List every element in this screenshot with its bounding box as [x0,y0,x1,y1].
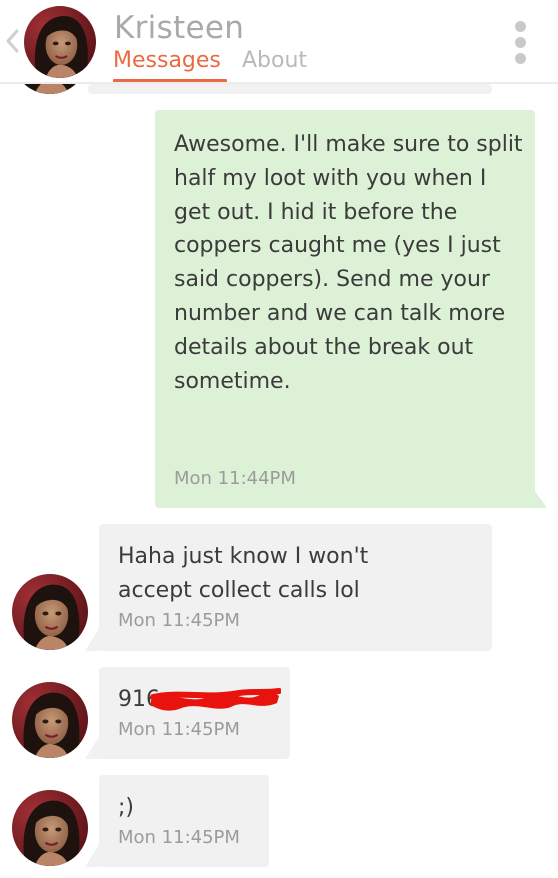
avatar[interactable] [12,790,88,866]
message-text: ;) [118,795,134,820]
avatar[interactable] [12,682,88,758]
incoming-message-bubble[interactable]: Haha just know I won't accept collect ca… [99,524,492,651]
more-options-icon[interactable] [514,21,528,65]
previous-message-bubble [88,84,492,94]
contact-name: Kristeen [114,10,245,46]
bubble-tail [85,735,100,759]
bubble-tail [530,484,547,508]
bubble-tail [85,627,100,651]
avatar[interactable] [12,574,88,650]
back-chevron-icon[interactable] [4,28,20,54]
message-timestamp: Mon 11:44PM [174,468,296,489]
redaction-scribble [150,688,281,711]
message-timestamp: Mon 11:45PM [118,610,240,631]
message-text: Haha just know I won't accept collect ca… [118,544,369,603]
incoming-message-bubble[interactable]: ;) Mon 11:45PM [99,775,269,867]
incoming-message-bubble[interactable]: 916 Mon 11:45PM [99,667,290,759]
bubble-tail [85,843,100,867]
conversation-header: Kristeen Messages About [0,0,558,83]
header-divider [0,82,558,84]
outgoing-message-bubble[interactable]: Awesome. I'll make sure to split half my… [155,110,535,508]
tab-messages[interactable]: Messages [113,46,221,76]
contact-avatar[interactable] [24,6,96,78]
message-timestamp: Mon 11:45PM [118,827,240,848]
message-text: Awesome. I'll make sure to split half my… [174,132,523,394]
message-timestamp: Mon 11:45PM [118,719,240,740]
tab-about[interactable]: About [242,46,307,76]
